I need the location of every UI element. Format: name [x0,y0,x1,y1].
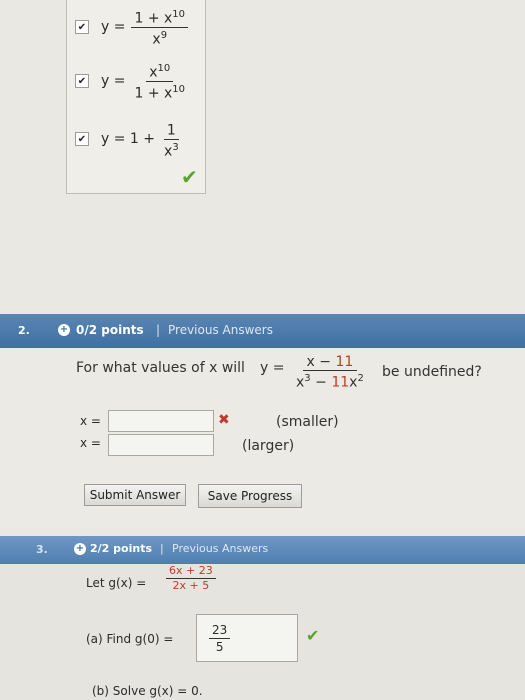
save-progress-button[interactable]: Save Progress [198,484,302,508]
denominator-exponent: 10 [172,83,186,95]
denominator: 1 + x [134,85,173,102]
points-label: 2/2 points [90,542,152,555]
checkbox[interactable]: ✔ [75,20,89,35]
correct-check-icon: ✔ [306,626,320,645]
expand-plus-icon[interactable]: + [58,324,70,336]
option-lhs: y = [101,73,126,90]
q3-body: Let g(x) = 6x + 23 2x + 5 (a) Find g(0) … [0,564,525,700]
fn-den-coef: 11 [331,374,350,391]
submit-answer-button[interactable]: Submit Answer [84,484,186,506]
denominator-exponent: 3 [172,141,179,153]
option-lhs: y = 1 + [101,131,156,148]
question-number: 3. [36,543,48,556]
denominator: x [152,31,161,48]
answer-input-larger[interactable] [108,434,214,456]
question-prefix: For what values of x will [76,360,245,376]
g-numerator: 6x + 23 [166,564,216,579]
g-fraction: 6x + 23 2x + 5 [166,564,216,593]
part-a-numerator: 23 [209,622,231,639]
previous-answers-link[interactable]: Previous Answers [168,323,273,337]
previous-answers-link[interactable]: Previous Answers [172,542,268,555]
question-number: 2. [18,324,30,337]
q1-option-3[interactable]: ✔ y = 1 + 1 x3 [75,119,182,159]
q2-header: 2. + 0/2 points | Previous Answers [0,314,525,348]
part-b-label: (b) Solve g(x) = 0. [92,684,203,698]
denominator-exponent: 9 [160,29,168,41]
points-label: 0/2 points [76,323,144,337]
checkbox[interactable]: ✔ [75,132,89,147]
answer-hint-larger: (larger) [242,438,295,454]
let-text: Let g(x) = [86,576,147,590]
answer-hint-smaller: (smaller) [276,414,339,430]
q1-option-1[interactable]: ✔ y = 1 + x10 x9 [75,7,189,48]
fn-den-exp2: 2 [357,373,364,384]
numerator-exponent: 10 [172,9,186,20]
part-a-fraction: 23 5 [209,622,231,655]
q2-body: For what values of x will y = x − 11 x3 … [0,348,525,528]
part-a-denominator: 5 [215,639,224,654]
q3-header: 3. + 2/2 points | Previous Answers [0,536,525,564]
y-equals: y = [260,360,285,376]
fraction: 1 x3 [161,119,182,159]
correct-check-icon: ✔ [181,165,198,189]
function-fraction: x − 11 x3 − 11x2 [292,354,368,391]
numerator: 1 + x [134,10,173,27]
numerator-exponent: 10 [157,63,171,74]
fraction: 1 + x10 x9 [131,7,189,48]
question-suffix: be undefined? [382,364,482,380]
part-a-label: (a) Find g(0) = [86,632,174,646]
separator: | [160,542,164,555]
incorrect-x-icon: ✖ [218,412,230,428]
option-lhs: y = [101,19,126,36]
answer-label-1: x = [80,414,101,428]
q1-option-2[interactable]: ✔ y = x10 1 + x10 [75,61,188,101]
separator: | [156,323,161,337]
numerator: 1 [166,122,176,139]
q1-answer-box: ✔ y = 1 + x10 x9 ✔ y = x10 1 + x10 ✔ y =… [66,0,206,194]
checkbox[interactable]: ✔ [75,74,89,89]
fn-den-minus: − [310,374,332,391]
part-a-answer-box[interactable]: 23 5 [196,614,298,662]
numerator: x [149,64,158,81]
fn-numerator: x − [306,354,336,370]
fraction: x10 1 + x10 [131,61,188,101]
answer-label-2: x = [80,436,101,450]
answer-input-smaller[interactable] [108,410,214,432]
fn-numerator-const: 11 [335,354,354,370]
g-denominator: 2x + 5 [172,579,210,592]
expand-plus-icon[interactable]: + [74,543,86,555]
